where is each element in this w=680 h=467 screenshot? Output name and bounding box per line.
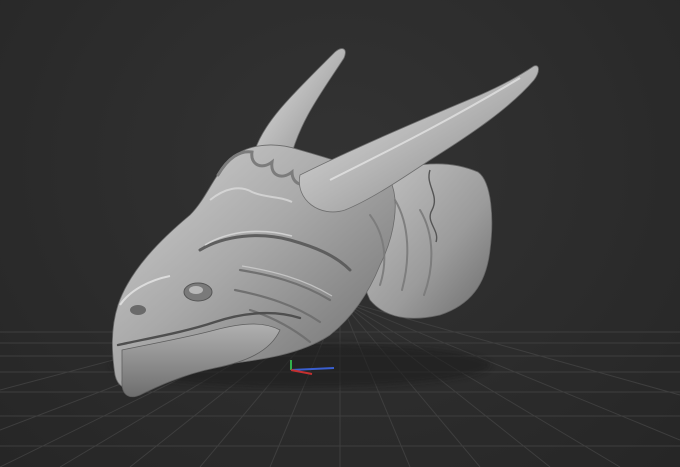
3d-viewport[interactable] bbox=[0, 0, 680, 467]
nostril bbox=[130, 305, 146, 315]
